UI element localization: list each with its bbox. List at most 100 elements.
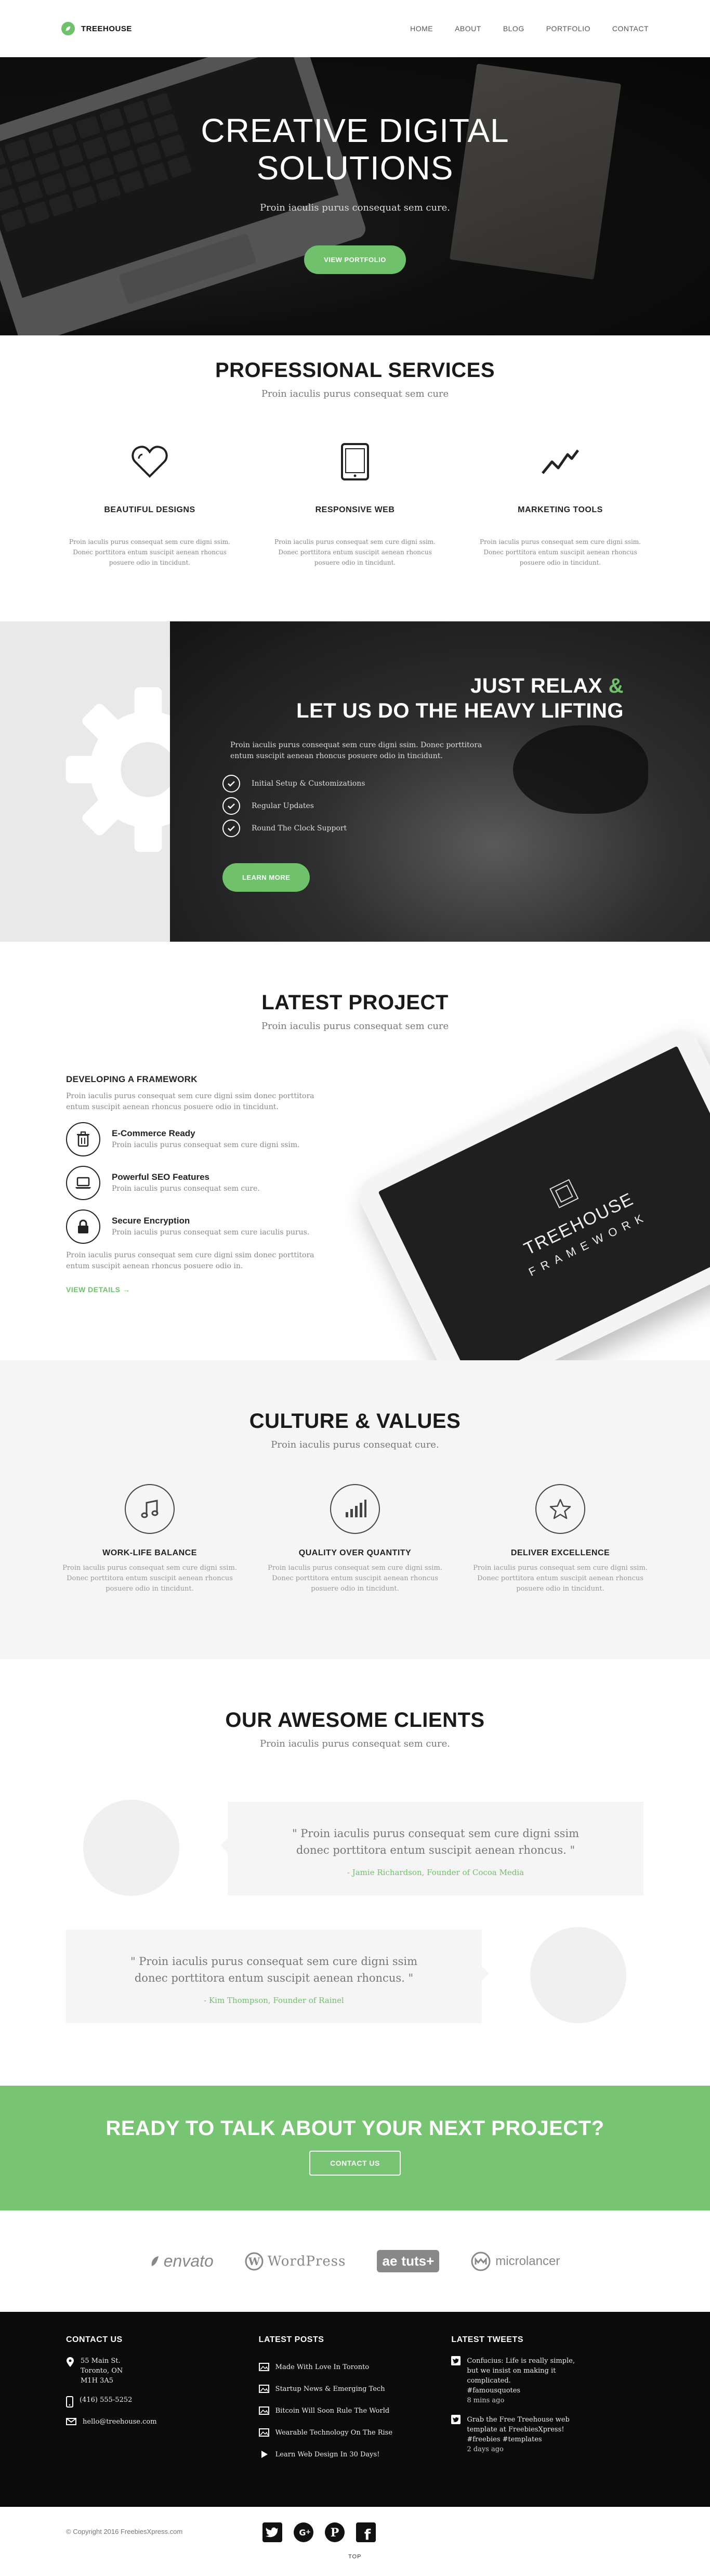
- partner-tuts[interactable]: ae tuts+: [377, 2250, 440, 2272]
- partner-wordpress[interactable]: W WordPress: [245, 2252, 346, 2271]
- culture-section: CULTURE & VALUES Proin iaculis purus con…: [0, 1360, 710, 1659]
- contact-us-button[interactable]: CONTACT US: [309, 2151, 401, 2176]
- post-title: Made With Love In Toronto: [275, 2363, 370, 2371]
- clients-section: OUR AWESOME CLIENTS Proin iaculis purus …: [0, 1659, 710, 2086]
- service-title: RESPONSIVE WEB: [315, 505, 395, 514]
- footer-tweets: LATEST TWEETS Confucius: Life is really …: [451, 2335, 644, 2507]
- view-portfolio-button[interactable]: VIEW PORTFOLIO: [304, 245, 406, 274]
- tweet-hashtag[interactable]: #famousquotes: [467, 2386, 575, 2396]
- culture-title: CULTURE & VALUES: [249, 1410, 461, 1433]
- footer-email: hello@treehouse.com: [66, 2417, 259, 2427]
- tweet-hashtag[interactable]: #freebies #templates: [467, 2435, 569, 2444]
- speech-pointer: [482, 1966, 489, 1981]
- svg-text:P: P: [331, 2526, 339, 2540]
- image-icon: [258, 2406, 269, 2415]
- mobile-phone-icon: [66, 2396, 73, 2408]
- leaf-icon: [61, 22, 75, 35]
- tweet-line: Confucius: Life is really simple,: [467, 2357, 575, 2365]
- post-link[interactable]: Startup News & Emerging Tech: [258, 2378, 452, 2400]
- pinterest-icon[interactable]: P: [325, 2522, 345, 2545]
- nav-blog[interactable]: BLOG: [503, 24, 524, 33]
- nav-home[interactable]: HOME: [410, 24, 433, 33]
- relax-check-list: Initial Setup & Customizations Regular U…: [222, 772, 365, 839]
- trash-icon: [66, 1122, 100, 1156]
- culture-item-text: Proin iaculis purus consequat sem cure d…: [473, 1564, 648, 1593]
- testimonial-author: - Kim Thompson, Founder of Rainel: [204, 1996, 344, 2005]
- view-details-link[interactable]: VIEW DETAILS →: [66, 1285, 130, 1294]
- culture-item-title: WORK-LIFE BALANCE: [102, 1549, 197, 1557]
- testimonial-quote-line2: donec porttitora entum suscipit aenean r…: [134, 1972, 414, 1984]
- nav-contact[interactable]: CONTACT: [612, 24, 649, 33]
- wordpress-icon: W: [245, 2252, 264, 2270]
- clients-title: OUR AWESOME CLIENTS: [225, 1709, 485, 1732]
- services-subtitle: Proin iaculis purus consequat sem cure: [261, 388, 449, 399]
- client-avatar: [530, 1927, 626, 2023]
- post-link[interactable]: Learn Web Design In 30 Days!: [259, 2443, 452, 2465]
- trend-icon: [472, 441, 649, 483]
- brand-logo-link[interactable]: TREEHOUSE: [61, 22, 132, 35]
- tweet-item: Confucius: Life is really simple, but we…: [451, 2356, 644, 2405]
- post-link[interactable]: Made With Love In Toronto: [258, 2356, 452, 2378]
- check-label: Initial Setup & Customizations: [252, 779, 365, 788]
- services-grid: BEAUTIFUL DESIGNS Proin iaculis purus co…: [61, 441, 649, 568]
- check-item: Initial Setup & Customizations: [222, 772, 365, 795]
- main-menu: HOME ABOUT BLOG PORTFOLIO CONTACT: [410, 24, 649, 33]
- services-section: PROFESSIONAL SERVICES Proin iaculis puru…: [0, 335, 710, 621]
- lock-icon: [66, 1209, 100, 1244]
- service-text: Proin iaculis purus consequat sem cure d…: [274, 538, 436, 566]
- feature-item: E-Commerce Ready Proin iaculis purus con…: [66, 1122, 336, 1156]
- culture-item-title: QUALITY OVER QUANTITY: [298, 1549, 412, 1557]
- partner-microlancer[interactable]: microlancer: [470, 2251, 560, 2272]
- client-avatar: [83, 1800, 179, 1896]
- post-link[interactable]: Bitcoin Will Soon Rule The World: [258, 2400, 452, 2422]
- service-title: BEAUTIFUL DESIGNS: [104, 505, 195, 514]
- facebook-icon[interactable]: f: [356, 2522, 376, 2545]
- service-item: RESPONSIVE WEB Proin iaculis purus conse…: [267, 441, 443, 568]
- check-item: Regular Updates: [222, 795, 365, 817]
- project-subtitle: Proin iaculis purus consequat sem cure: [261, 1021, 449, 1032]
- google-plus-icon[interactable]: G +: [294, 2522, 313, 2545]
- tweet-time: 2 days ago: [467, 2445, 504, 2453]
- testimonial-quote-line1: " Proin iaculis purus consequat sem cure…: [130, 1955, 418, 1968]
- twitter-icon[interactable]: [262, 2522, 282, 2545]
- microlancer-icon: [471, 2252, 491, 2271]
- tweet-line: Grab the Free Treehouse web: [467, 2416, 570, 2424]
- footer-tweets-title: LATEST TWEETS: [451, 2335, 523, 2344]
- testimonial-quote: " Proin iaculis purus consequat sem cure…: [228, 1825, 643, 1858]
- partner-envato[interactable]: envato: [150, 2252, 214, 2271]
- testimonial-quote-line1: " Proin iaculis purus consequat sem cure…: [292, 1827, 580, 1840]
- post-title: Learn Web Design In 30 Days!: [275, 2450, 380, 2458]
- map-pin-icon: [67, 2357, 74, 2367]
- learn-more-button[interactable]: LEARN MORE: [222, 863, 310, 892]
- music-icon: [125, 1484, 175, 1534]
- footer-contact-title: CONTACT US: [66, 2335, 123, 2344]
- footer: CONTACT US 55 Main St. Toronto, ON M1H 3…: [0, 2312, 710, 2507]
- feature-title: E-Commerce Ready: [112, 1128, 195, 1138]
- check-icon: [222, 797, 240, 815]
- image-icon: [258, 2385, 269, 2393]
- bottom-bar: © Copyright 2016 FreebiesXpress.com G + P…: [0, 2507, 710, 2576]
- testimonial-quote-line2: donec porttitora entum suscipit aenean r…: [296, 1844, 575, 1856]
- service-item: MARKETING TOOLS Proin iaculis purus cons…: [472, 441, 649, 568]
- heart-icon: [61, 441, 238, 483]
- speech-pointer: [220, 1838, 228, 1853]
- hero-title: CREATIVE DIGITAL SOLUTIONS: [0, 112, 710, 187]
- tablet-icon: [267, 441, 443, 483]
- top-nav: TREEHOUSE HOME ABOUT BLOG PORTFOLIO CONT…: [0, 0, 710, 57]
- service-text: Proin iaculis purus consequat sem cure d…: [480, 538, 641, 566]
- nav-portfolio[interactable]: PORTFOLIO: [546, 24, 590, 33]
- check-item: Round The Clock Support: [222, 817, 365, 839]
- phone-link[interactable]: (416) 555-5252: [80, 2395, 132, 2408]
- copyright-text: © Copyright 2016 FreebiesXpress.com: [66, 2528, 183, 2535]
- address-line2: Toronto, ON: [81, 2367, 123, 2375]
- post-link[interactable]: Wearable Technology On The Rise: [258, 2422, 452, 2443]
- nav-about[interactable]: ABOUT: [455, 24, 481, 33]
- tweet-line: complicated.: [467, 2377, 511, 2385]
- image-icon: [258, 2363, 269, 2371]
- services-title: PROFESSIONAL SERVICES: [215, 359, 495, 382]
- post-title: Bitcoin Will Soon Rule The World: [275, 2406, 390, 2415]
- back-to-top-link[interactable]: TOP: [348, 2554, 361, 2560]
- project-details: DEVELOPING A FRAMEWORK Proin iaculis pur…: [66, 1074, 336, 1295]
- email-link[interactable]: hello@treehouse.com: [83, 2417, 157, 2427]
- relax-title-line2: LET US DO THE HEAVY LIFTING: [296, 699, 624, 722]
